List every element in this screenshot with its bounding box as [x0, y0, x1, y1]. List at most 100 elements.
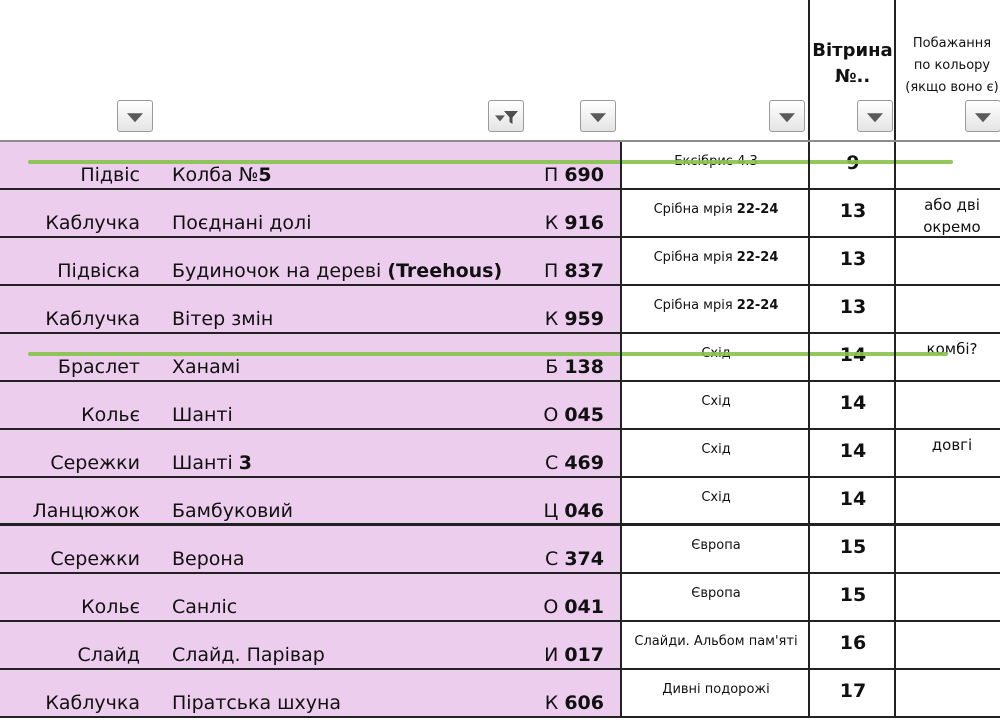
table-row[interactable]: Підвіска Будиночок на дереві (Treehous) П …	[0, 238, 1000, 286]
cell-collection-text: Срібна мрія	[653, 202, 737, 217]
cell-type[interactable]: Кольє	[81, 404, 140, 426]
filter-button-code[interactable]	[580, 100, 616, 132]
cell-type[interactable]: Каблучка	[45, 308, 140, 330]
cell-code[interactable]: О 041	[543, 596, 604, 618]
cell-collection[interactable]: Схід	[622, 442, 810, 457]
cell-code[interactable]: К 959	[545, 308, 604, 330]
cell-name[interactable]: Санліс	[172, 596, 237, 618]
filter-button-name[interactable]	[488, 100, 524, 132]
table-row[interactable]: Кольє Шанті О 045 Схід 14	[0, 382, 1000, 430]
column-header-wish: Побажання по кольору (якщо воно є)	[897, 33, 1000, 99]
cell-name[interactable]: Колба №5	[172, 164, 272, 186]
cell-collection[interactable]: Схід	[622, 490, 810, 505]
cell-vitrina[interactable]: 13	[811, 248, 895, 270]
cell-collection-text: Європа	[691, 538, 741, 553]
cell-vitrina[interactable]: 16	[811, 632, 895, 654]
cell-name[interactable]: Вітер змін	[172, 308, 273, 330]
cell-name[interactable]: Верона	[172, 548, 244, 570]
cell-vitrina[interactable]: 13	[811, 296, 895, 318]
cell-collection-text: Срібна мрія	[653, 298, 737, 313]
cell-collection[interactable]: Європа	[622, 538, 810, 553]
cell-code[interactable]: П 690	[544, 164, 604, 186]
cell-code[interactable]: П 837	[544, 260, 604, 282]
cell-vitrina[interactable]: 15	[811, 536, 895, 558]
cell-collection[interactable]: Дивні подорожі	[622, 682, 810, 697]
filter-button-wish[interactable]	[965, 100, 1000, 132]
cell-name[interactable]: Ханамі	[172, 356, 240, 378]
cell-wish[interactable]: довгі	[897, 434, 1000, 456]
cell-name-text: Шанті	[172, 452, 239, 474]
cell-type[interactable]: Каблучка	[45, 212, 140, 234]
cell-vitrina[interactable]: 17	[811, 680, 895, 702]
cell-type[interactable]: Кольє	[81, 596, 140, 618]
filter-button-type[interactable]	[117, 100, 153, 132]
cell-wish[interactable]: або дві окремо	[897, 194, 1000, 238]
cell-name-text: Ханамі	[172, 356, 241, 378]
cell-name-bold: 5	[258, 164, 272, 186]
cell-vitrina[interactable]: 15	[811, 584, 895, 606]
cell-code-letter: С	[545, 452, 565, 474]
filter-button-vitrina[interactable]	[857, 100, 893, 132]
table-row[interactable]: Каблучка Піратська шхуна К 606 Дивні подоро…	[0, 670, 1000, 718]
cell-name[interactable]: Шанті 3	[172, 452, 252, 474]
cell-code[interactable]: О 045	[543, 404, 604, 426]
table-row[interactable]: Каблучка Вітер змін К 959 Срібна мрія 22-24…	[0, 286, 1000, 334]
cell-vitrina[interactable]: 14	[811, 488, 895, 510]
cell-code-number: 469	[564, 452, 604, 474]
cell-wish[interactable]: комбі?	[897, 338, 1000, 360]
cell-code[interactable]: К 916	[545, 212, 604, 234]
cell-name-text: Верона	[172, 548, 245, 570]
cell-vitrina[interactable]: 14	[811, 440, 895, 462]
table-row[interactable]: Сережки Шанті 3 С 469 Схід 14 довгі	[0, 430, 1000, 478]
cell-code[interactable]: С 469	[545, 452, 604, 474]
cell-collection[interactable]: Срібна мрія 22-24	[622, 202, 810, 217]
cell-code[interactable]: Б 138	[545, 356, 604, 378]
cell-code-letter: П	[544, 164, 565, 186]
cell-collection[interactable]: Європа	[622, 586, 810, 601]
cell-type[interactable]: Сережки	[50, 452, 140, 474]
table-row[interactable]: Слайд Слайд. Парівар И 017 Слайди. Альбом п…	[0, 622, 1000, 670]
filter-button-collection[interactable]	[769, 100, 805, 132]
cell-collection[interactable]: Схід	[622, 394, 810, 409]
cell-name[interactable]: Бамбуковий	[172, 500, 293, 522]
cell-name[interactable]: Поєднані долі	[172, 212, 311, 234]
cell-code-number: 041	[564, 596, 604, 618]
cell-type[interactable]: Підвіс	[80, 164, 140, 186]
cell-name[interactable]: Піратська шхуна	[172, 692, 341, 714]
chevron-down-icon	[975, 113, 991, 123]
cell-code[interactable]: К 606	[545, 692, 604, 714]
row-divider	[0, 716, 1000, 718]
cell-type[interactable]: Сережки	[50, 548, 140, 570]
cell-code-number: 916	[564, 212, 604, 234]
table-row[interactable]: Кольє Санліс О 041 Європа 15	[0, 574, 1000, 622]
cell-vitrina[interactable]: 14	[811, 392, 895, 414]
cell-code[interactable]: И 017	[544, 644, 604, 666]
table-row[interactable]: БраслетХанаміБ 138Схід14комбі?	[0, 334, 1000, 382]
cell-type[interactable]: Браслет	[58, 356, 140, 378]
cell-name[interactable]: Шанті	[172, 404, 233, 426]
strikethrough-mark	[28, 160, 953, 164]
cell-code-letter: К	[544, 308, 565, 330]
cell-vitrina[interactable]: 13	[811, 200, 895, 222]
cell-collection[interactable]: Срібна мрія 22-24	[622, 250, 810, 265]
cell-name[interactable]: Будиночок на дереві (Treehous)	[172, 260, 502, 282]
cell-code[interactable]: Ц 046	[544, 500, 604, 522]
strikethrough-mark	[28, 352, 948, 356]
cell-name[interactable]: Слайд. Парівар	[172, 644, 325, 666]
cell-type[interactable]: Каблучка	[45, 692, 140, 714]
table-row[interactable]: ПідвісКолба №5П 690Ексібрис 4.39	[0, 142, 1000, 190]
cell-type[interactable]: Ланцюжок	[33, 500, 141, 522]
cell-code[interactable]: С 374	[545, 548, 604, 570]
table-row[interactable]: Ланцюжок Бамбуковий Ц 046 Схід 14	[0, 478, 1000, 526]
cell-name-text: Бамбуковий	[172, 500, 293, 522]
table-row[interactable]: Каблучка Поєднані долі К 916 Срібна мрія 22…	[0, 190, 1000, 238]
table-row[interactable]: Сережки Верона С 374 Європа 15	[0, 526, 1000, 574]
cell-code-letter: И	[544, 644, 565, 666]
cell-type[interactable]: Підвіска	[57, 260, 140, 282]
cell-name-text: Поєднані долі	[172, 212, 312, 234]
cell-collection[interactable]: Слайди. Альбом пам'яті	[622, 634, 810, 649]
cell-name-text: Вітер змін	[172, 308, 274, 330]
cell-collection[interactable]: Срібна мрія 22-24	[622, 298, 810, 313]
column-divider	[894, 0, 896, 141]
cell-type[interactable]: Слайд	[77, 644, 140, 666]
